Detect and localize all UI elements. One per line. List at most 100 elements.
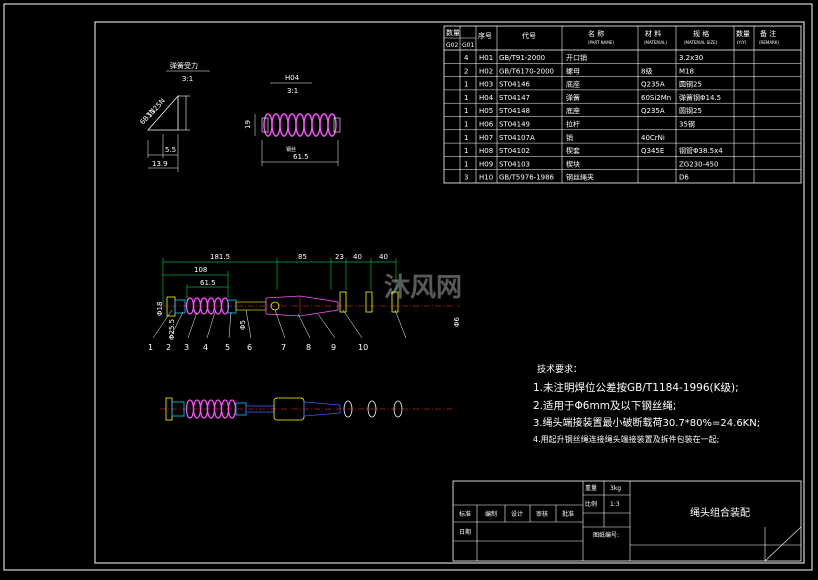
bom-cell-name: 楔块 bbox=[566, 159, 580, 168]
requirement-1: 1.未注明焊位公差按GB/T1184-1996(K级); bbox=[533, 381, 739, 394]
bom-cell-material: 40CrNi bbox=[641, 134, 665, 142]
bom-head-seq: 序号 bbox=[478, 31, 492, 40]
dim-left-dia: Φ18 bbox=[156, 302, 164, 316]
bom-cell-qty: 1 bbox=[464, 81, 468, 89]
spring-force-title: 弹簧受力 bbox=[170, 61, 198, 70]
bom-cell-code: ST04149 bbox=[499, 121, 530, 129]
tb-cell-2: 编制 bbox=[485, 510, 497, 518]
dim-mid-dia: Φ5 bbox=[239, 320, 247, 330]
bom-cell-material: 8级 bbox=[641, 66, 652, 75]
bom-cell-spec: 圆钢25 bbox=[679, 106, 702, 115]
bom-cell-code: ST04146 bbox=[499, 81, 531, 89]
requirements-title: 技术要求： bbox=[537, 363, 582, 375]
drawing-sheet: 数量 G02 G01 序号 代号 名 称 (PART NAME) 材 料 (MA… bbox=[0, 0, 818, 576]
bom-cell-name: 拉杆 bbox=[566, 120, 580, 129]
callout-7: 7 bbox=[281, 343, 286, 352]
callout-3: 3 bbox=[184, 343, 189, 352]
spring-detail-title: H04 bbox=[285, 74, 300, 82]
spring-detail-scale: 3:1 bbox=[287, 87, 298, 95]
bom-head-spec-en: (MATERIAL SIZE) bbox=[684, 40, 718, 45]
tb-weight-value: 3kg bbox=[610, 485, 621, 492]
bom-cell-code: GB/T6170-2000 bbox=[499, 67, 554, 75]
bom-cell-code: ST04107A bbox=[499, 134, 535, 142]
bom-head-remark-en: (REMARK) bbox=[759, 40, 779, 45]
callout-5: 5 bbox=[225, 343, 230, 352]
dim-108: 108 bbox=[194, 266, 207, 274]
bom-cell-seq: H02 bbox=[479, 67, 493, 75]
bom-cell-spec: 弹簧钢Φ14.5 bbox=[679, 93, 721, 102]
dim-40a: 40 bbox=[353, 253, 362, 261]
tb-scale-label: 比例 bbox=[585, 500, 597, 508]
tb-cell-1: 标准 bbox=[459, 510, 471, 518]
bom-cell-code: ST04148 bbox=[499, 107, 530, 115]
bom-cell-name: 钢丝绳夹 bbox=[566, 173, 594, 182]
tb-cell-3: 设计 bbox=[511, 510, 523, 518]
cad-canvas: 数量 G02 G01 序号 代号 名 称 (PART NAME) 材 料 (MA… bbox=[0, 0, 818, 576]
bom-head-g02: G02 bbox=[446, 42, 458, 49]
bom-cell-name: 螺母 bbox=[566, 66, 580, 75]
bom-cell-name: 弹簧 bbox=[566, 93, 580, 102]
bom-cell-material: Q235A bbox=[641, 107, 665, 115]
callout-2: 2 bbox=[166, 343, 171, 352]
callout-8: 8 bbox=[306, 343, 311, 352]
bom-head-g01: G01 bbox=[462, 42, 474, 49]
bom-cell-qty: 4 bbox=[464, 54, 469, 62]
bom-cell-seq: H05 bbox=[479, 107, 493, 115]
tb-weight-label: 重量 bbox=[585, 484, 597, 492]
bom-cell-name: 销 bbox=[566, 133, 573, 142]
bom-cell-spec: 钢管Φ38.5x4 bbox=[679, 146, 723, 155]
bom-head-spec: 规 格 bbox=[693, 29, 709, 38]
bom-cell-material: Q235A bbox=[641, 81, 665, 89]
bom-cell-name: 开口销 bbox=[566, 53, 587, 62]
bom-cell-name: 底座 bbox=[566, 80, 580, 89]
bom-cell-seq: H06 bbox=[479, 121, 494, 129]
bom-cell-spec: 圆钢25 bbox=[679, 80, 702, 89]
dim-right-dia: Φ6 bbox=[453, 316, 461, 327]
tb-date-label: 日期 bbox=[459, 528, 471, 536]
watermark: 沐风网 bbox=[384, 273, 462, 303]
tb-cell-5: 批准 bbox=[562, 510, 574, 518]
bom-head-count: 数量 bbox=[736, 29, 750, 38]
dim-40b: 40 bbox=[379, 253, 388, 261]
bom-cell-qty: 1 bbox=[464, 107, 468, 115]
bom-cell-name: 底座 bbox=[566, 106, 580, 115]
bom-head-code: 代号 bbox=[522, 31, 536, 40]
callout-10: 10 bbox=[358, 343, 368, 352]
bom-cell-seq: H08 bbox=[479, 147, 493, 155]
bom-cell-seq: H04 bbox=[479, 94, 494, 102]
requirement-4: 4.用起升钢丝绳连接绳头端接装置及拆件包装在一起; bbox=[533, 434, 719, 444]
spring-force-dim-1: 5.5 bbox=[165, 146, 176, 154]
spring-force-scale: 3:1 bbox=[182, 75, 193, 83]
bom-cell-qty: 1 bbox=[464, 94, 468, 102]
bom-head-material-en: (MATERIAL) bbox=[644, 40, 667, 45]
bom-head-count-en: (Y/Y) bbox=[737, 40, 747, 45]
bom-cell-spec: 35钢 bbox=[679, 120, 695, 129]
dim-overall: 181.5 bbox=[210, 253, 230, 261]
bom-cell-qty: 3 bbox=[464, 174, 468, 182]
bom-cell-seq: H01 bbox=[479, 54, 493, 62]
spring-force-dim-2: 13.9 bbox=[152, 160, 168, 168]
bom-cell-qty: 1 bbox=[464, 160, 468, 168]
requirement-2: 2.适用于Φ6mm及以下钢丝绳; bbox=[533, 399, 676, 412]
bom-cell-qty: 2 bbox=[464, 67, 468, 75]
bom-cell-name: 楔套 bbox=[566, 146, 580, 155]
dim-23: 23 bbox=[335, 253, 344, 261]
bom-cell-code: ST04147 bbox=[499, 94, 530, 102]
bom-head-remark: 备 注 bbox=[760, 29, 776, 38]
bom-cell-qty: 1 bbox=[464, 147, 468, 155]
tb-scale-value: 1:3 bbox=[610, 501, 620, 508]
spring-detail-dia: 19 bbox=[244, 120, 252, 129]
bom-head-material: 材 料 bbox=[645, 29, 661, 38]
bom-cell-code: GB/T91-2000 bbox=[499, 54, 545, 62]
bom-head-name-en: (PART NAME) bbox=[588, 40, 614, 45]
bom-cell-code: GB/T5976-1986 bbox=[499, 174, 555, 182]
bom-cell-spec: M18 bbox=[679, 67, 694, 75]
bom-cell-seq: H10 bbox=[479, 174, 493, 182]
bom-cell-material: 60Si2Mn bbox=[641, 94, 671, 102]
bom-cell-code: ST04103 bbox=[499, 160, 530, 168]
bom-cell-spec: 3.2x30 bbox=[679, 54, 703, 62]
spring-detail-length: 61.5 bbox=[293, 153, 309, 161]
bom-cell-qty: 1 bbox=[464, 134, 468, 142]
callout-9: 9 bbox=[331, 343, 336, 352]
callout-4: 4 bbox=[203, 343, 208, 352]
